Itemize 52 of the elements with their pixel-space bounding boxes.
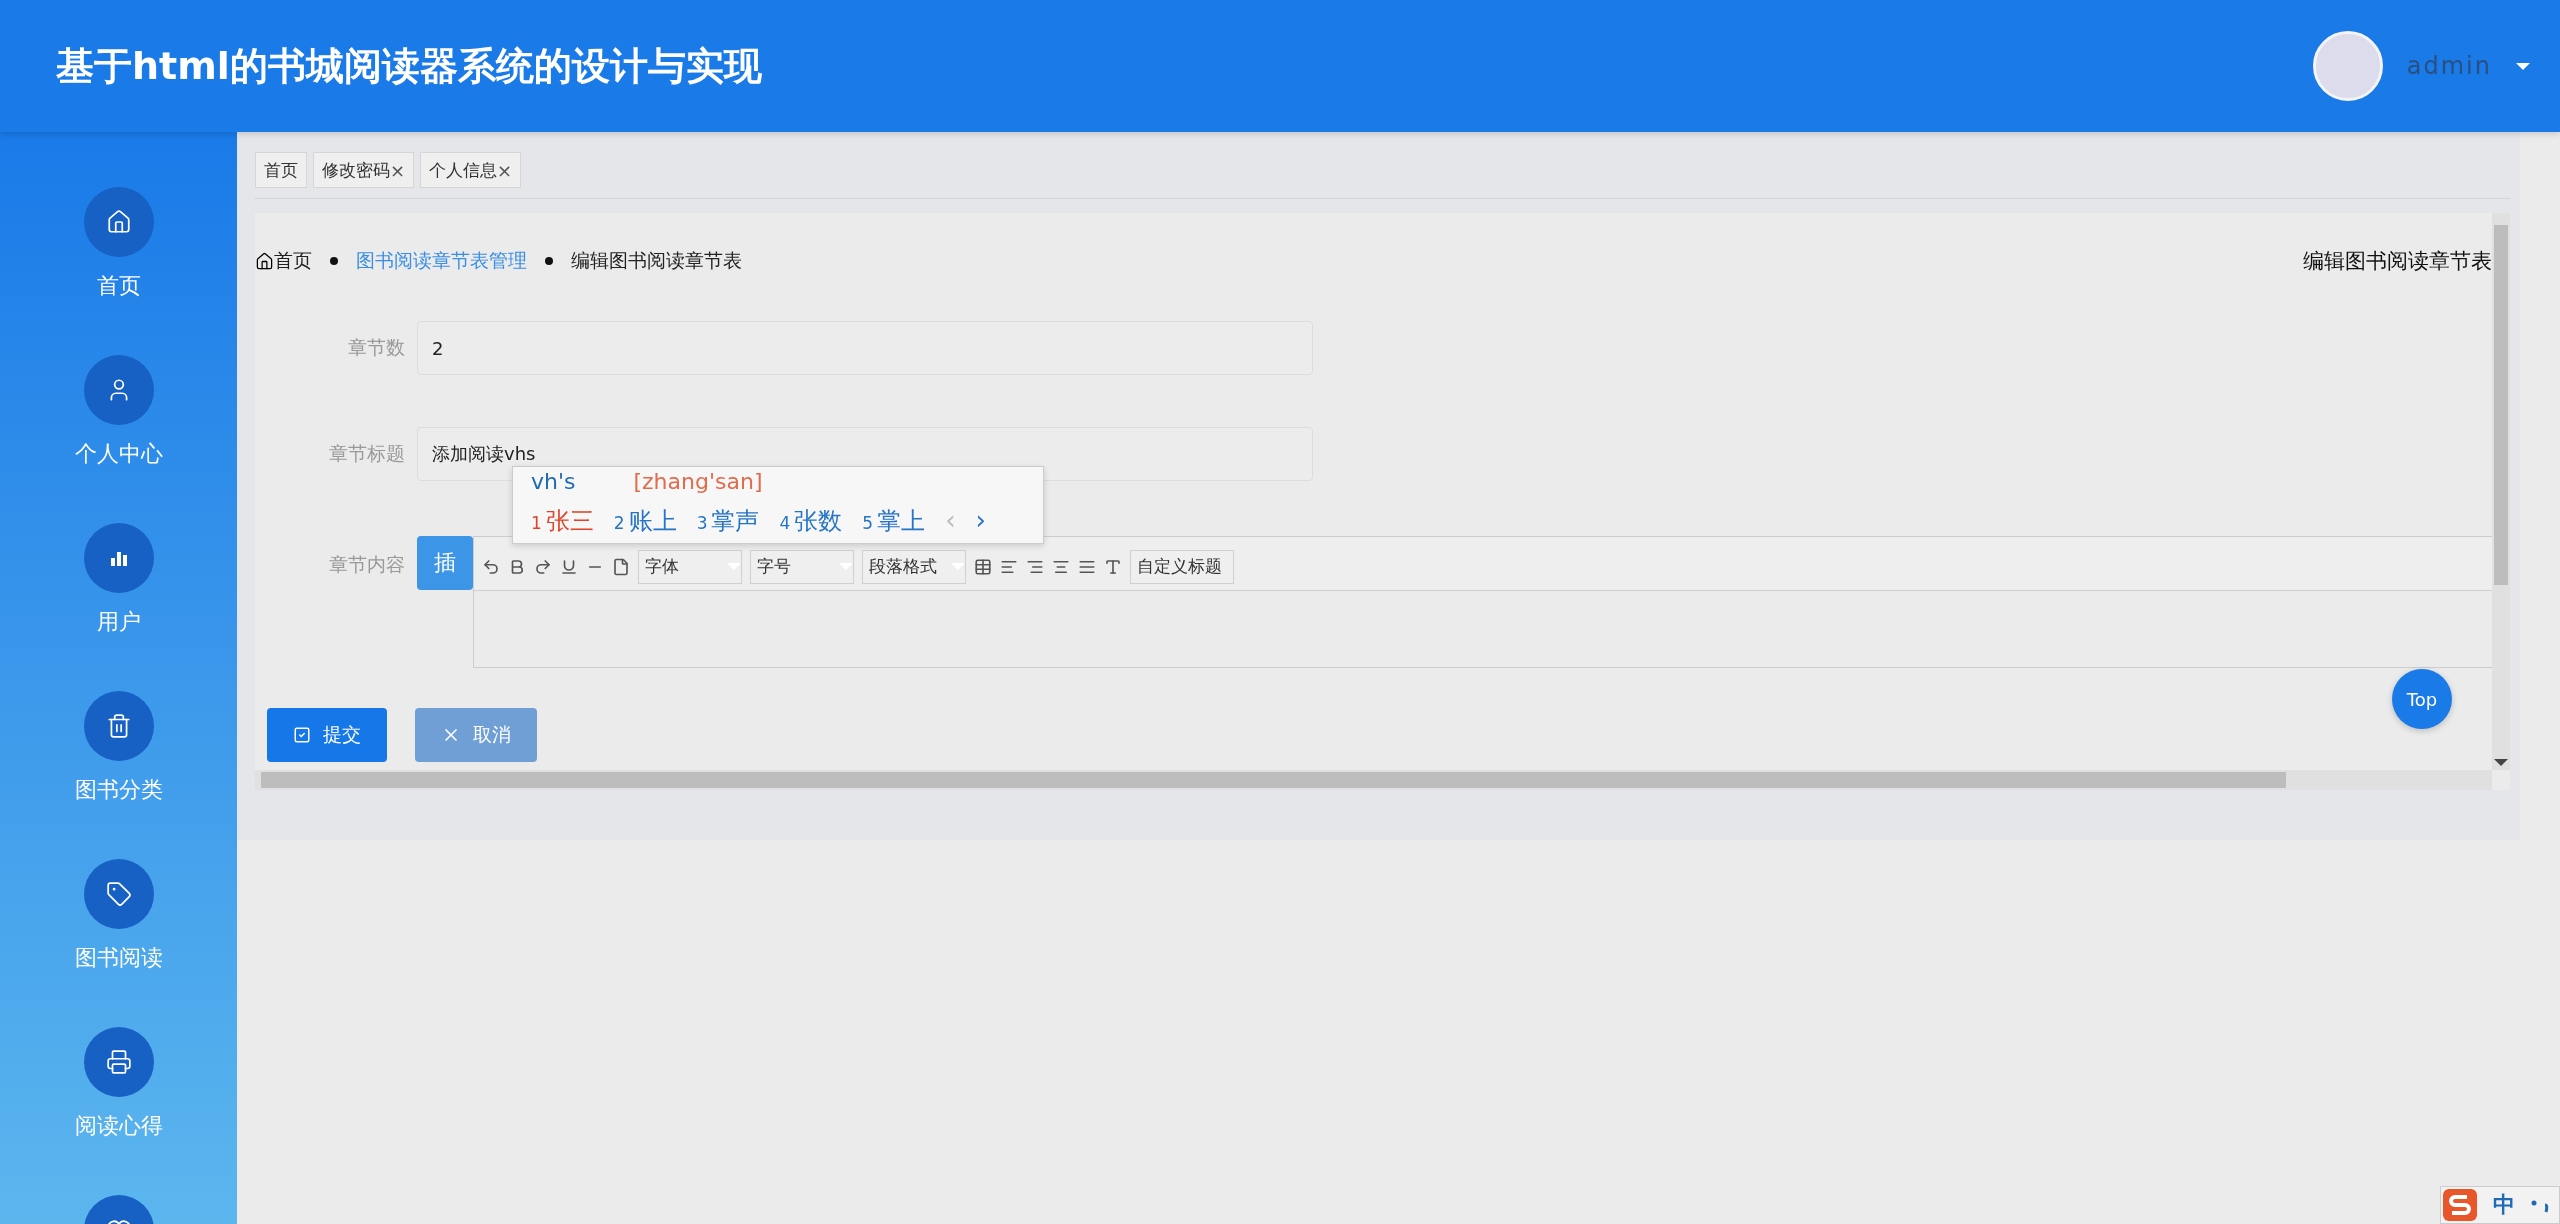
ime-candidate[interactable]: 3 掌声 (696, 505, 760, 537)
undo-icon[interactable] (482, 557, 500, 576)
toolbar-select[interactable]: 字体 (638, 549, 742, 584)
redo-icon[interactable] (534, 557, 552, 576)
insert-button[interactable]: 插 (417, 536, 473, 590)
back-to-top-button[interactable]: Top (2392, 669, 2452, 729)
horizontal-scrollbar[interactable] (255, 770, 2492, 790)
home-icon[interactable] (255, 251, 274, 271)
caret-icon[interactable] (2516, 62, 2530, 70)
menu-label[interactable]: 个人中心 (74, 439, 163, 469)
menu-label[interactable]: 图书阅读 (74, 943, 163, 973)
menu-label[interactable]: 用户 (96, 607, 141, 637)
cancel-button[interactable]: 取消 (415, 708, 537, 762)
tab[interactable]: 首页 (255, 152, 307, 188)
input-field[interactable]: 2 (417, 321, 1313, 375)
ime-candidate[interactable]: 5 掌上 (862, 505, 926, 537)
menu-label[interactable]: 首页 (96, 271, 141, 301)
trash-icon (105, 713, 132, 739)
tab[interactable]: 个人信息× (420, 152, 522, 188)
ime-next[interactable]: › (975, 505, 986, 535)
printer-icon (105, 1049, 132, 1075)
ime-candidate[interactable]: 1 张三 (531, 505, 594, 537)
vertical-scrollbar[interactable] (2492, 213, 2510, 770)
breadcrumb-item: 编辑图书阅读章节表 (571, 248, 742, 273)
tab[interactable]: 修改密码× (313, 152, 415, 188)
page-title: 编辑图书阅读章节表 (2303, 248, 2492, 275)
breadcrumb-separator (330, 257, 338, 265)
breadcrumb-link[interactable]: 图书阅读章节表管理 (356, 248, 527, 274)
menu-label[interactable]: 图书分类 (74, 775, 163, 805)
submit-button[interactable]: 提交 (267, 708, 387, 762)
document-icon[interactable] (612, 557, 630, 576)
table-icon[interactable] (974, 557, 992, 576)
ime-candidate[interactable]: 4 张数 (779, 505, 843, 537)
underline-icon[interactable] (560, 557, 578, 576)
ime-logo-icon (2441, 1187, 2479, 1223)
check-icon (293, 726, 311, 744)
field-label: 章节内容 (328, 552, 406, 577)
field-label: 章节数 (347, 335, 406, 360)
rich-text-editor[interactable]: 字体 字号 段落格式 自定义标题 (473, 536, 2492, 668)
home-icon (105, 209, 132, 235)
breadcrumb-item[interactable]: 首页 (274, 248, 312, 274)
tag-icon (105, 881, 132, 907)
toolbar-select[interactable]: 段落格式 (862, 549, 966, 584)
app-title: 基于html的书城阅读器系统的设计与实现 (56, 42, 763, 90)
font-color-icon[interactable] (1104, 557, 1122, 576)
toolbar-select[interactable]: 自定义标题 (1130, 549, 1234, 584)
ime-mode[interactable]: 中 (2493, 1190, 2515, 1220)
breadcrumb-separator (545, 257, 553, 265)
menu-label[interactable]: 阅读心得 (74, 1111, 163, 1141)
ime-candidate[interactable]: 2 账上 (613, 505, 677, 537)
toolbar-select[interactable]: 字号 (750, 549, 854, 584)
field-label: 章节标题 (328, 441, 406, 466)
